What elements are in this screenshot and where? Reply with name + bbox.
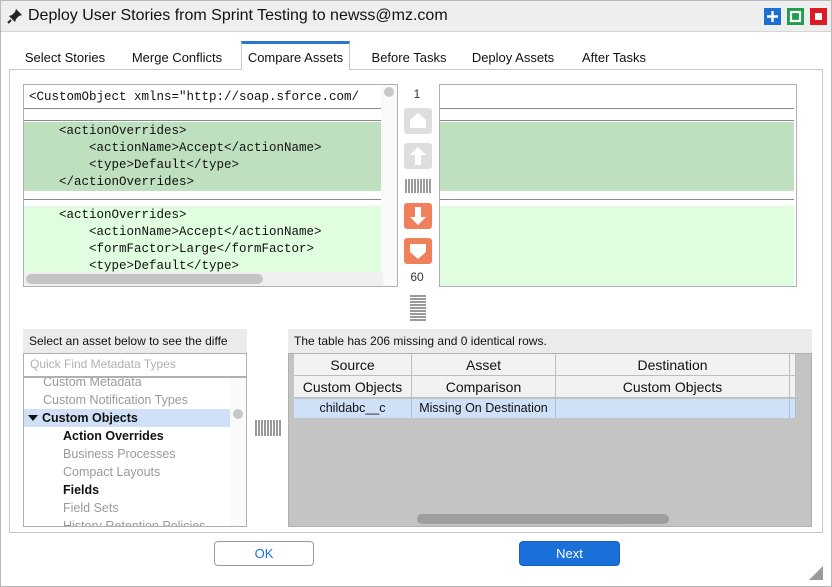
first-diff-button[interactable] [404,108,432,134]
tree-item[interactable]: Field Sets [63,499,119,517]
deploy-dialog: Deploy User Stories from Sprint Testing … [0,0,832,587]
tree-item-custom-objects[interactable]: Custom Objects [24,409,230,427]
panel-splitter-icon[interactable] [255,420,281,436]
code-line: <CustomObject xmlns="http://soap.sforce.… [29,90,360,104]
subheader-filler [790,376,796,398]
metadata-type-tree[interactable]: Custom Metadata Custom Notification Type… [23,377,247,527]
code-line: <actionOverrides> [29,208,187,222]
code-line: <formFactor>Large</formFactor> [29,242,315,256]
subheader-source: Custom Objects [294,376,412,398]
tree-item[interactable]: Compact Layouts [63,463,160,481]
first-diff-number: 1 [413,87,421,101]
asset-panel-header: Select an asset below to see the diffe [23,329,247,353]
destination-diff-editor[interactable] [439,84,797,287]
horizontal-scrollbar[interactable] [289,512,811,526]
diff-separator [24,120,383,121]
subheader-destination: Custom Objects [556,376,790,398]
last-diff-number: 60 [410,270,424,284]
next-diff-icon [410,207,426,225]
scrollbar-thumb[interactable] [384,87,394,97]
tree-item[interactable]: Action Overrides [63,427,164,445]
title-bar[interactable]: Deploy User Stories from Sprint Testing … [1,1,831,32]
plus-icon [767,11,778,22]
wizard-tabs: Select Stories Merge Conflicts Compare A… [9,41,823,533]
pin-icon [7,9,22,24]
vertical-scrollbar[interactable] [381,85,397,286]
column-header-source[interactable]: Source [294,354,412,376]
column-header-filler [790,354,796,376]
horizontal-scrollbar[interactable] [24,272,383,286]
tab-deploy-assets[interactable]: Deploy Assets [465,45,561,69]
close-button[interactable] [810,8,827,25]
diff-separator [24,199,383,200]
tab-after-tasks[interactable]: After Tasks [573,45,655,69]
compare-assets-panel: <CustomObject xmlns="http://soap.sforce.… [9,69,823,533]
subheader-asset: Comparison [412,376,556,398]
code-line: </actionOverrides> [29,175,195,189]
changed-block [440,122,794,191]
resize-grip-icon[interactable] [809,566,823,580]
splitter-handle-icon[interactable] [410,295,426,321]
stop-icon [815,13,822,20]
restore-button[interactable] [787,8,804,25]
tree-item[interactable]: Fields [63,481,99,499]
square-icon [789,10,802,23]
prev-diff-icon [410,147,426,165]
column-header-asset[interactable]: Asset [412,354,556,376]
code-line: <actionName>Accept</actionName> [29,141,322,155]
window-title: Deploy User Stories from Sprint Testing … [28,7,448,24]
added-block [440,206,794,286]
source-diff-editor[interactable]: <CustomObject xmlns="http://soap.sforce.… [23,84,398,287]
column-header-destination[interactable]: Destination [556,354,790,376]
ok-button[interactable]: OK [214,541,314,566]
quick-find-input[interactable]: Quick Find Metadata Types [23,353,247,377]
tab-compare-assets[interactable]: Compare Assets [241,41,350,70]
next-diff-button[interactable] [404,203,432,229]
tab-strip: Select Stories Merge Conflicts Compare A… [9,41,823,70]
code-line: <actionOverrides> [29,124,187,138]
cell-asset[interactable]: Missing On Destination [412,399,556,418]
diff-separator [440,120,794,121]
last-diff-button[interactable] [404,238,432,264]
tab-before-tasks[interactable]: Before Tasks [361,45,457,69]
scrollbar-thumb[interactable] [26,274,263,284]
next-button[interactable]: Next [519,541,620,566]
tab-merge-conflicts[interactable]: Merge Conflicts [123,45,231,69]
diff-separator [440,108,794,109]
tree-item[interactable]: History Retention Policies [63,517,205,526]
drag-handle-icon[interactable] [405,179,431,193]
previous-diff-button[interactable] [404,143,432,169]
first-diff-icon [410,113,426,128]
diff-separator [24,108,383,109]
cell-source[interactable]: childabc__c [294,399,412,418]
diff-separator [440,199,794,200]
comparison-table[interactable]: Source Asset Destination Custom Objects … [288,353,812,527]
cell-filler [790,399,796,418]
expanded-triangle-icon[interactable] [28,413,38,423]
tree-item[interactable]: Custom Notification Types [43,391,188,409]
vertical-scrollbar[interactable] [230,378,246,526]
tree-item[interactable]: Custom Metadata [43,378,142,391]
tree-item-label: Custom Objects [42,411,138,425]
maximize-button[interactable] [764,8,781,25]
scrollbar-thumb[interactable] [417,514,669,524]
scrollbar-thumb[interactable] [233,409,243,419]
table-summary-header: The table has 206 missing and 0 identica… [288,329,812,353]
code-line: <type>Default</type> [29,158,240,172]
tab-select-stories[interactable]: Select Stories [13,45,117,69]
cell-destination[interactable] [556,399,790,418]
last-diff-icon [410,244,426,259]
tree-item[interactable]: Business Processes [63,445,176,463]
code-line: <actionName>Accept</actionName> [29,225,322,239]
